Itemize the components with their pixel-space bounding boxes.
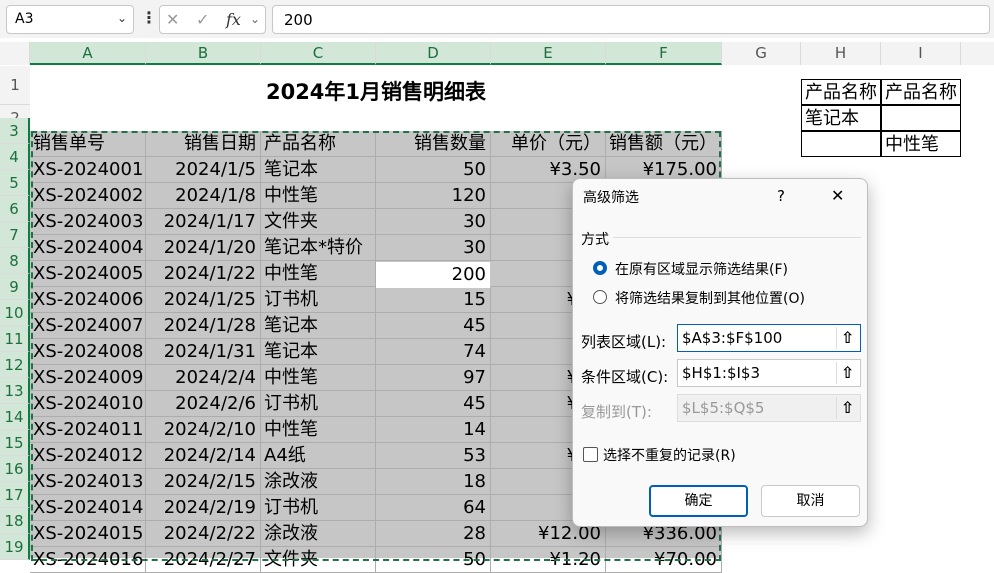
criteria-range-value: $H$1:$I$3 xyxy=(682,364,761,382)
select-all-corner[interactable] xyxy=(0,42,30,65)
sheet-title: 2024年1月销售明细表 xyxy=(265,80,487,104)
row-header[interactable]: 17 xyxy=(0,482,30,508)
row-header[interactable]: 9 xyxy=(0,274,30,300)
formula-value: 200 xyxy=(284,11,313,29)
row-header[interactable]: 12 xyxy=(0,352,30,378)
range-picker-icon[interactable]: ⇧ xyxy=(836,327,858,349)
list-range-label: 列表区域(L): xyxy=(581,333,667,351)
ok-button[interactable]: 确定 xyxy=(649,485,748,517)
criteria-header-i1[interactable]: 产品名称 xyxy=(881,79,961,105)
cancel-button[interactable]: 取消 xyxy=(761,485,860,517)
help-icon[interactable]: ? xyxy=(777,187,785,205)
row-header[interactable]: 15 xyxy=(0,430,30,456)
column-header[interactable]: H xyxy=(801,42,881,65)
section-divider xyxy=(613,237,861,238)
row-header[interactable]: 14 xyxy=(0,404,30,430)
radio-copy-to-location-label[interactable]: 将筛选结果复制到其他位置(O) xyxy=(615,288,805,308)
range-picker-icon[interactable]: ⇧ xyxy=(836,362,858,384)
advanced-filter-dialog: 高级筛选 ? ✕ 方式 在原有区域显示筛选结果(F) 将筛选结果复制到其他位置(… xyxy=(572,178,868,527)
row-header[interactable]: 3 xyxy=(0,118,30,144)
copy-to-label: 复制到(T): xyxy=(581,403,652,421)
row-header[interactable]: 10 xyxy=(0,300,30,326)
cancel-icon[interactable]: ✕ xyxy=(166,10,179,29)
chevron-down-icon[interactable]: ⌄ xyxy=(117,11,127,25)
row-header[interactable]: 6 xyxy=(0,196,30,222)
row-header[interactable]: 18 xyxy=(0,508,30,534)
row-header[interactable]: 16 xyxy=(0,456,30,482)
unique-records-label[interactable]: 选择不重复的记录(R) xyxy=(603,445,736,465)
radio-filter-in-place-label[interactable]: 在原有区域显示筛选结果(F) xyxy=(615,259,788,279)
column-header[interactable]: I xyxy=(881,42,961,65)
close-icon[interactable]: ✕ xyxy=(831,186,844,205)
row-header[interactable]: 4 xyxy=(0,144,30,170)
criteria-cell-h2[interactable]: 笔记本 xyxy=(801,105,881,131)
more-options-icon[interactable]: ⋮ xyxy=(141,8,157,27)
radio-copy-to-location[interactable] xyxy=(593,290,607,304)
column-header[interactable]: B xyxy=(146,42,261,65)
formula-bar: A3 ⌄ ⋮ ✕ ✓ fx ⌄ 200 xyxy=(0,0,994,38)
insert-function-icon[interactable]: fx xyxy=(226,10,241,29)
column-header[interactable]: F xyxy=(606,42,722,65)
range-picker-icon[interactable]: ⇧ xyxy=(836,397,858,419)
row-header[interactable]: 7 xyxy=(0,222,30,248)
method-section-label: 方式 xyxy=(581,232,609,248)
criteria-range-label: 条件区域(C): xyxy=(581,368,669,386)
row-header[interactable]: 8 xyxy=(0,248,30,274)
column-header[interactable]: D xyxy=(376,42,491,65)
name-box[interactable]: A3 ⌄ xyxy=(6,5,134,34)
list-range-input[interactable]: $A$3:$F$100 ⇧ xyxy=(677,324,861,352)
chevron-down-icon[interactable]: ⌄ xyxy=(250,12,260,26)
row-header[interactable]: 11 xyxy=(0,326,30,352)
row-header[interactable]: 19 xyxy=(0,534,30,560)
row-header[interactable]: 1 xyxy=(0,66,30,105)
criteria-cell-i3[interactable]: 中性笔 xyxy=(881,131,961,157)
row-header[interactable]: 13 xyxy=(0,378,30,404)
column-header[interactable]: E xyxy=(491,42,606,65)
column-header[interactable]: A xyxy=(30,42,146,65)
unique-records-checkbox[interactable] xyxy=(583,447,598,462)
column-header[interactable]: G xyxy=(722,42,801,65)
criteria-cell-h3[interactable] xyxy=(801,131,881,157)
copy-to-value: $L$5:$Q$5 xyxy=(682,399,765,417)
list-range-value: $A$3:$F$100 xyxy=(682,329,783,347)
copy-to-input[interactable]: $L$5:$Q$5 ⇧ xyxy=(677,394,861,422)
dialog-title: 高级筛选 xyxy=(583,190,639,206)
formula-input[interactable]: 200 xyxy=(272,5,990,34)
column-headers: A B C D E F G H I xyxy=(0,42,994,65)
column-header[interactable]: C xyxy=(261,42,376,65)
criteria-range-input[interactable]: $H$1:$I$3 ⇧ xyxy=(677,359,861,387)
row-header[interactable]: 5 xyxy=(0,170,30,196)
criteria-header-h1[interactable]: 产品名称 xyxy=(801,79,881,105)
criteria-cell-i2[interactable] xyxy=(881,105,961,131)
formula-buttons: ✕ ✓ fx ⌄ xyxy=(159,5,266,34)
name-box-value: A3 xyxy=(15,11,34,27)
radio-filter-in-place[interactable] xyxy=(593,261,607,275)
enter-icon[interactable]: ✓ xyxy=(196,10,209,29)
